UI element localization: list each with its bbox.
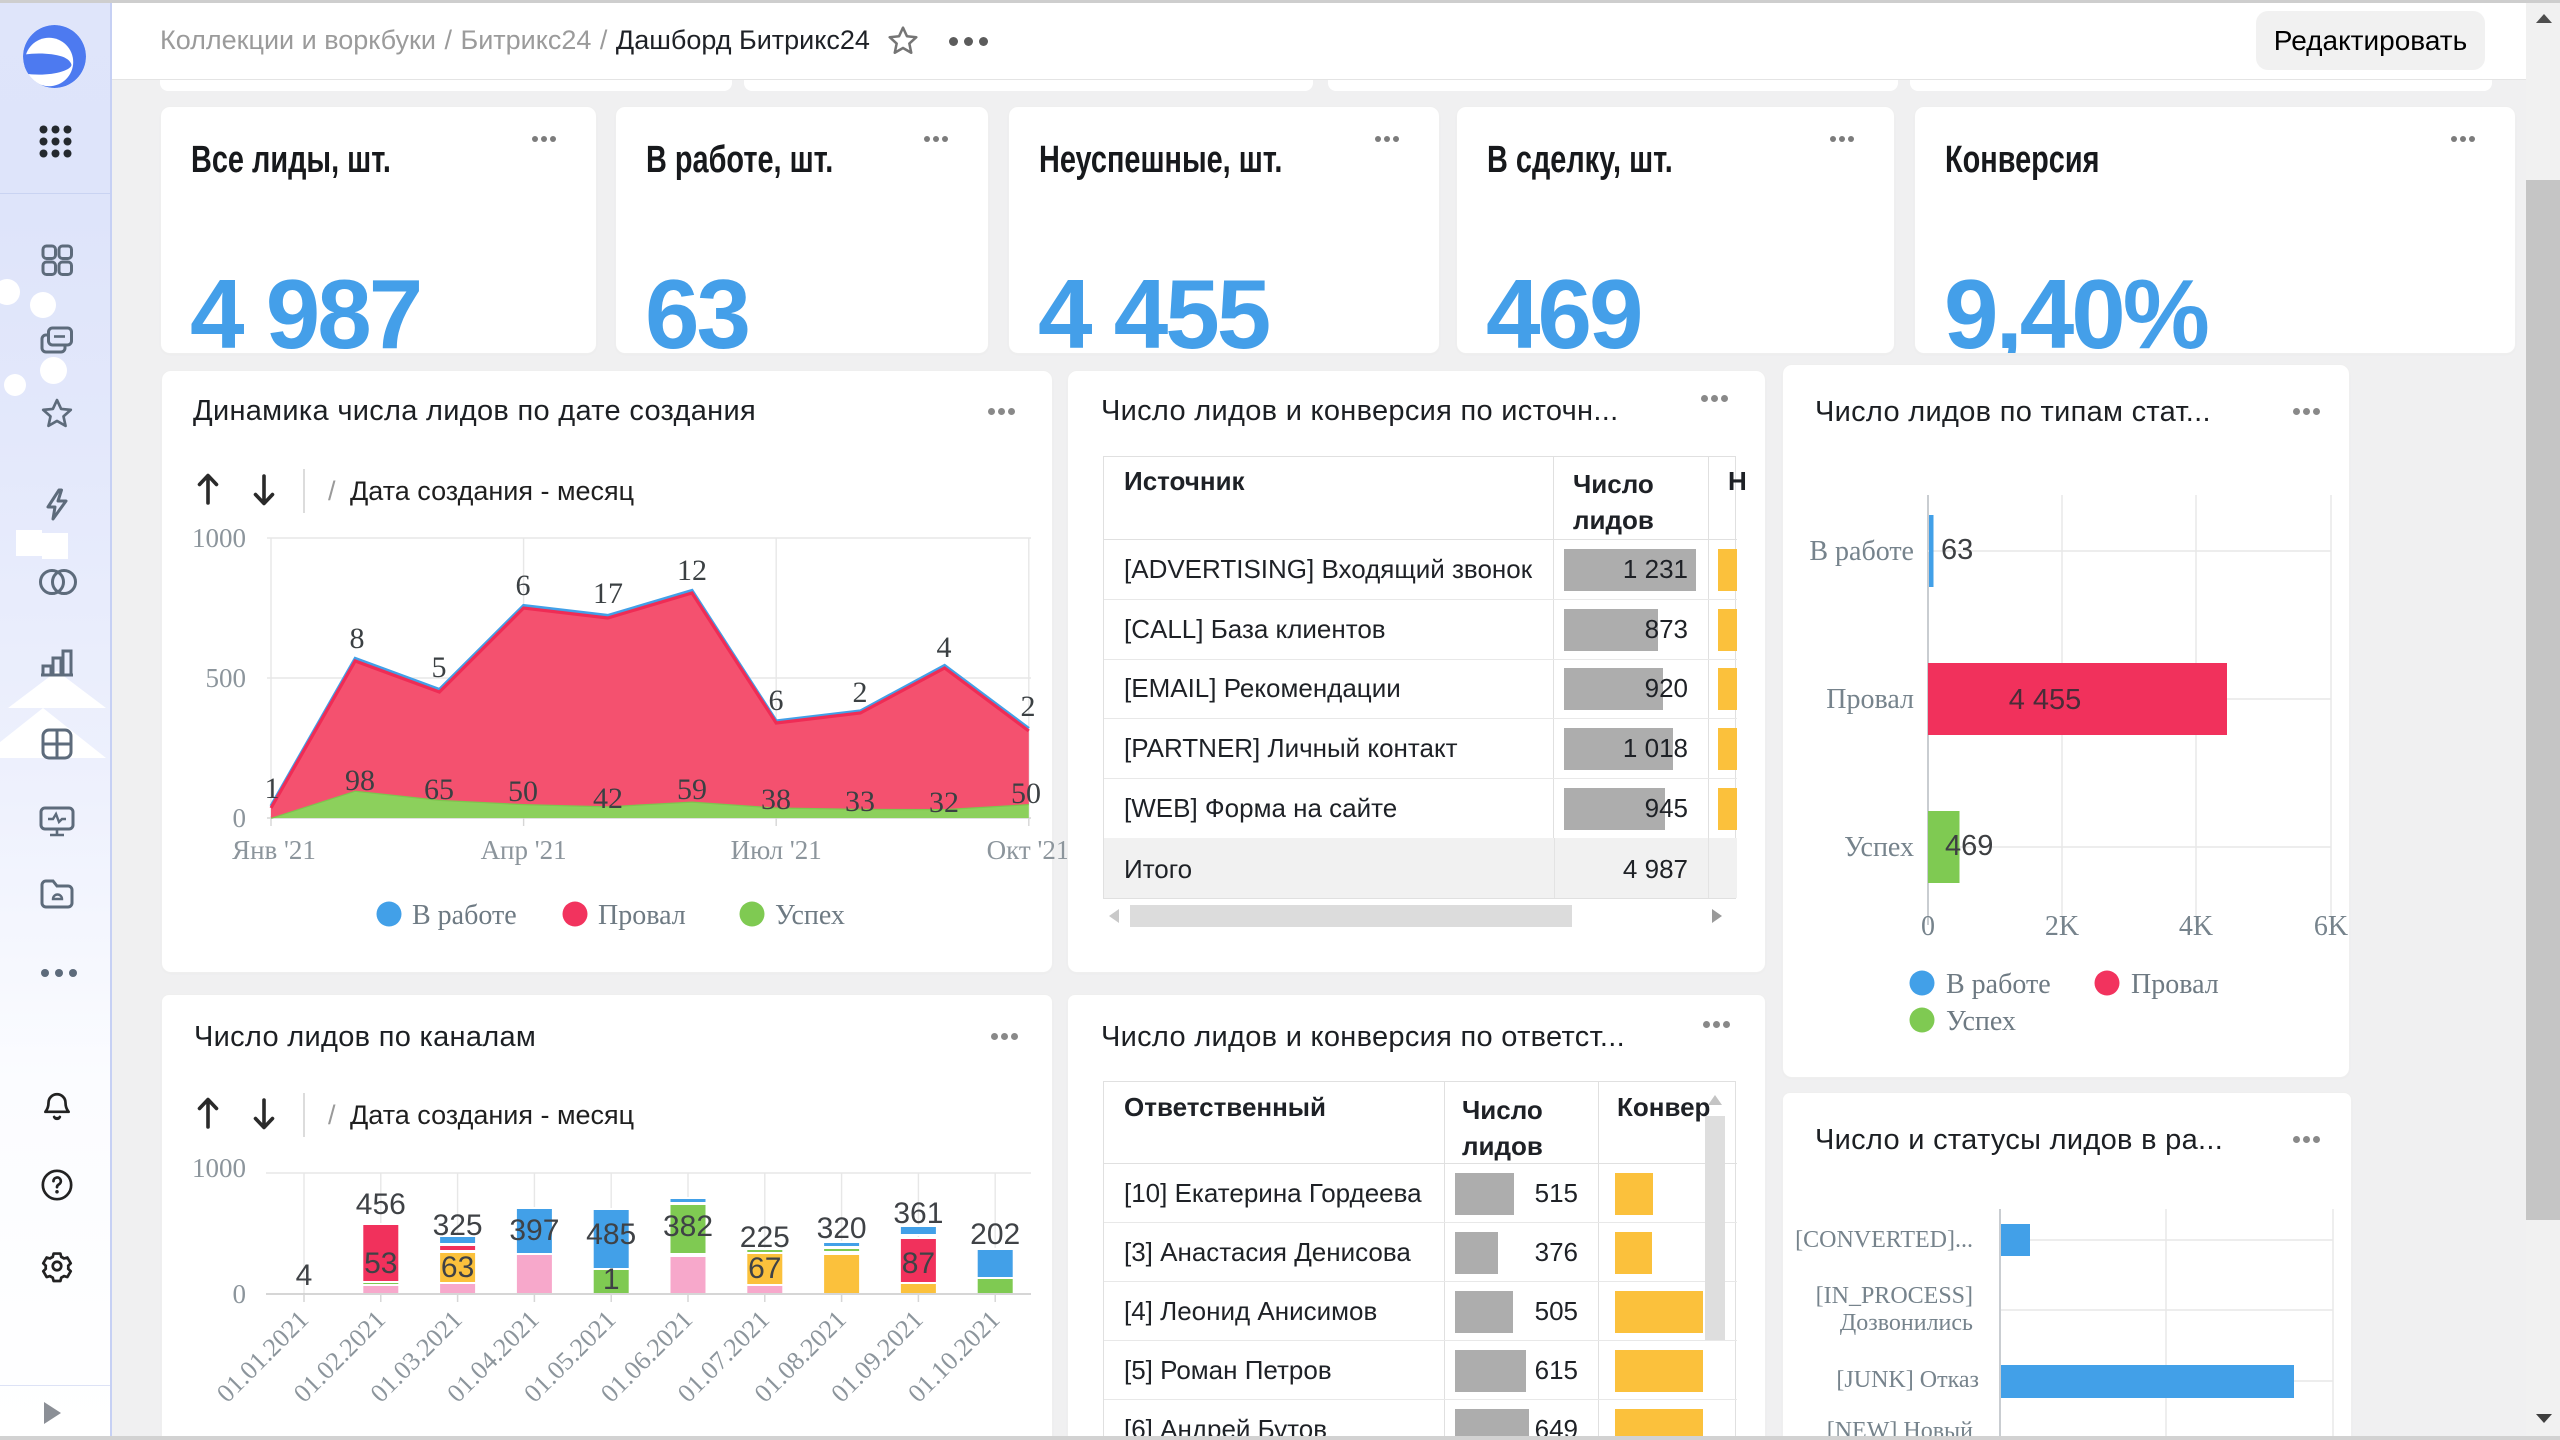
svg-text:63: 63 [441, 1251, 474, 1284]
svg-text:50: 50 [1011, 777, 1041, 810]
svg-text:Окт '21: Окт '21 [987, 835, 1070, 865]
svg-text:0: 0 [1921, 911, 1935, 942]
svg-text:17: 17 [593, 577, 623, 610]
svg-text:Успех: Успех [1844, 832, 1914, 863]
svg-text:1000: 1000 [192, 1153, 246, 1183]
svg-text:[JUNK] Отказ: [JUNK] Отказ [1836, 1367, 1979, 1393]
svg-text:500: 500 [206, 663, 247, 693]
svg-text:87: 87 [902, 1247, 935, 1280]
svg-text:67: 67 [748, 1252, 781, 1285]
svg-text:В работе: В работе [1809, 536, 1914, 567]
svg-text:Июл '21: Июл '21 [731, 835, 822, 865]
svg-text:Успех: Успех [775, 900, 845, 931]
svg-text:Дата создания - месяц: Дата создания - месяц [350, 476, 634, 506]
svg-text:4: 4 [937, 631, 952, 664]
svg-text:5: 5 [432, 651, 447, 684]
svg-text:38: 38 [761, 783, 791, 816]
svg-text:12: 12 [677, 554, 707, 587]
svg-text:53: 53 [364, 1247, 397, 1280]
svg-text:В работе: В работе [412, 900, 517, 931]
svg-text:32: 32 [929, 786, 959, 819]
svg-text:8: 8 [350, 622, 365, 655]
svg-text:397: 397 [509, 1214, 559, 1247]
svg-text:/: / [328, 1100, 336, 1130]
svg-text:382: 382 [663, 1210, 713, 1243]
svg-text:0: 0 [233, 1279, 247, 1309]
svg-text:98: 98 [345, 764, 375, 797]
svg-text:325: 325 [433, 1209, 483, 1242]
svg-text:63: 63 [1941, 534, 1973, 566]
svg-text:Апр '21: Апр '21 [481, 835, 567, 865]
svg-text:42: 42 [593, 782, 623, 815]
svg-text:6: 6 [516, 569, 531, 602]
svg-text:65: 65 [424, 773, 454, 806]
svg-text:469: 469 [1945, 830, 1993, 862]
svg-text:202: 202 [970, 1218, 1020, 1251]
svg-text:/: / [328, 476, 336, 506]
svg-text:4K: 4K [2179, 911, 2213, 942]
svg-text:6K: 6K [2314, 911, 2348, 942]
svg-text:Провал: Провал [598, 900, 686, 931]
svg-text:225: 225 [740, 1221, 790, 1254]
svg-text:485: 485 [586, 1218, 636, 1251]
svg-text:2: 2 [1021, 690, 1036, 723]
svg-text:В работе: В работе [1946, 969, 2051, 1000]
svg-text:Дозвонились: Дозвонились [1840, 1310, 1973, 1336]
svg-text:2K: 2K [2045, 911, 2079, 942]
svg-text:6: 6 [769, 684, 784, 717]
svg-text:59: 59 [677, 773, 707, 806]
svg-text:4 455: 4 455 [2009, 684, 2082, 716]
svg-text:4: 4 [296, 1259, 313, 1292]
svg-text:456: 456 [356, 1188, 406, 1221]
svg-text:1000: 1000 [192, 523, 246, 553]
svg-text:Дата создания - месяц: Дата создания - месяц [350, 1100, 634, 1130]
svg-text:Провал: Провал [1826, 684, 1914, 715]
svg-text:0: 0 [233, 803, 247, 833]
svg-text:320: 320 [817, 1212, 867, 1245]
svg-text:Янв '21: Янв '21 [232, 835, 316, 865]
svg-text:[CONVERTED]...: [CONVERTED]... [1795, 1227, 1973, 1253]
svg-text:Провал: Провал [2131, 969, 2219, 1000]
svg-text:1: 1 [603, 1263, 620, 1296]
svg-text:Успех: Успех [1946, 1006, 2016, 1037]
svg-text:2: 2 [853, 676, 868, 709]
svg-text:361: 361 [893, 1197, 943, 1230]
svg-text:[IN_PROCESS]: [IN_PROCESS] [1816, 1283, 1973, 1309]
svg-text:33: 33 [845, 785, 875, 818]
svg-text:1: 1 [265, 772, 280, 805]
svg-text:50: 50 [508, 775, 538, 808]
